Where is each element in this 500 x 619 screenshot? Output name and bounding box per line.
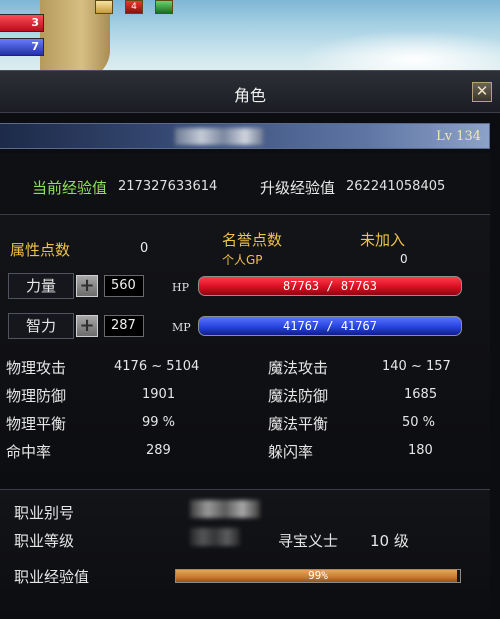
job-exp-label: 职业经验值: [14, 568, 90, 586]
close-button[interactable]: ✕: [472, 82, 492, 102]
character-window: 角色 ✕ Lv 134 当前经验值 217327633614 升级经验值 262…: [0, 70, 500, 619]
intelligence-label: 智力: [8, 313, 74, 339]
plus-icon: +: [79, 275, 95, 296]
mp-label: MP: [172, 321, 191, 334]
buff-icon-1[interactable]: [95, 0, 113, 14]
physical-balance-label: 物理平衡: [6, 415, 67, 433]
honor-points-label: 名誉点数: [222, 231, 283, 249]
magic-balance-label: 魔法平衡: [268, 415, 329, 433]
hit-rate-label: 命中率: [6, 443, 52, 461]
magic-defense-label: 魔法防御: [268, 387, 329, 405]
job-panel: 职业别号 职业等级 寻宝义士 10 级 职业经验值 99%: [0, 489, 490, 619]
window-titlebar[interactable]: 角色 ✕: [0, 71, 500, 113]
job-alias-label: 职业别号: [14, 504, 75, 522]
strength-plus-button[interactable]: +: [76, 275, 98, 297]
mp-bar-text: 41767 / 41767: [283, 319, 377, 333]
physical-balance-value: 99 %: [142, 415, 176, 430]
current-exp-label: 当前经验值: [32, 179, 108, 197]
strength-value: 560: [104, 275, 144, 297]
next-exp-value: 262241058405: [346, 179, 446, 194]
character-name-bar: Lv 134: [0, 123, 490, 149]
magic-balance-value: 50 %: [402, 415, 436, 430]
physical-defense-value: 1901: [142, 387, 176, 402]
magic-attack-value: 140 ~ 157: [382, 359, 451, 374]
plus-icon: +: [79, 315, 95, 336]
job-level-redacted: [190, 528, 240, 546]
hit-rate-value: 289: [146, 443, 171, 458]
job-class-name: 寻宝义士: [278, 532, 339, 550]
magic-defense-value: 1685: [404, 387, 438, 402]
physical-attack-label: 物理攻击: [6, 359, 67, 377]
attribute-points-label: 属性点数: [10, 241, 71, 259]
window-title: 角色: [233, 86, 266, 105]
mp-bar: 41767 / 41767: [198, 316, 462, 336]
character-level: Lv 134: [436, 129, 481, 144]
buff-icon-3[interactable]: [155, 0, 173, 14]
hp-label: HP: [172, 281, 189, 294]
intelligence-plus-button[interactable]: +: [76, 315, 98, 337]
honor-points-value: 未加入: [360, 231, 406, 249]
close-icon: ✕: [475, 82, 489, 100]
physical-defense-label: 物理防御: [6, 387, 67, 405]
evasion-rate-value: 180: [408, 443, 433, 458]
strength-label: 力量: [8, 273, 74, 299]
attribute-points-value: 0: [140, 241, 149, 256]
character-name-redacted: [175, 128, 263, 145]
hp-bar-text: 87763 / 87763: [283, 279, 377, 293]
job-class-level: 10 级: [370, 532, 409, 550]
personal-gp-label: 个人GP: [222, 253, 263, 267]
game-scene: [0, 0, 500, 80]
next-exp-label: 升级经验值: [260, 179, 336, 197]
experience-row: 当前经验值 217327633614 升级经验值 262241058405: [0, 153, 490, 213]
intelligence-value: 287: [104, 315, 144, 337]
magic-attack-label: 魔法攻击: [268, 359, 329, 377]
job-exp-bar: 99%: [175, 569, 461, 583]
job-level-label: 职业等级: [14, 532, 75, 550]
buff-icon-2[interactable]: 4: [125, 0, 143, 14]
job-alias-redacted: [190, 500, 260, 518]
hp-bar: 87763 / 87763: [198, 276, 462, 296]
evasion-rate-label: 躲闪率: [268, 443, 314, 461]
player-mp-bar: 7: [0, 38, 44, 56]
physical-attack-value: 4176 ~ 5104: [114, 359, 200, 374]
job-exp-text: 99%: [308, 569, 328, 582]
player-hp-bar: 3: [0, 14, 44, 32]
attribute-panel: 属性点数 0 名誉点数 未加入 个人GP 0 力量 + 560 HP 87763…: [0, 214, 490, 489]
current-exp-value: 217327633614: [118, 179, 218, 194]
personal-gp-value: 0: [400, 252, 408, 266]
